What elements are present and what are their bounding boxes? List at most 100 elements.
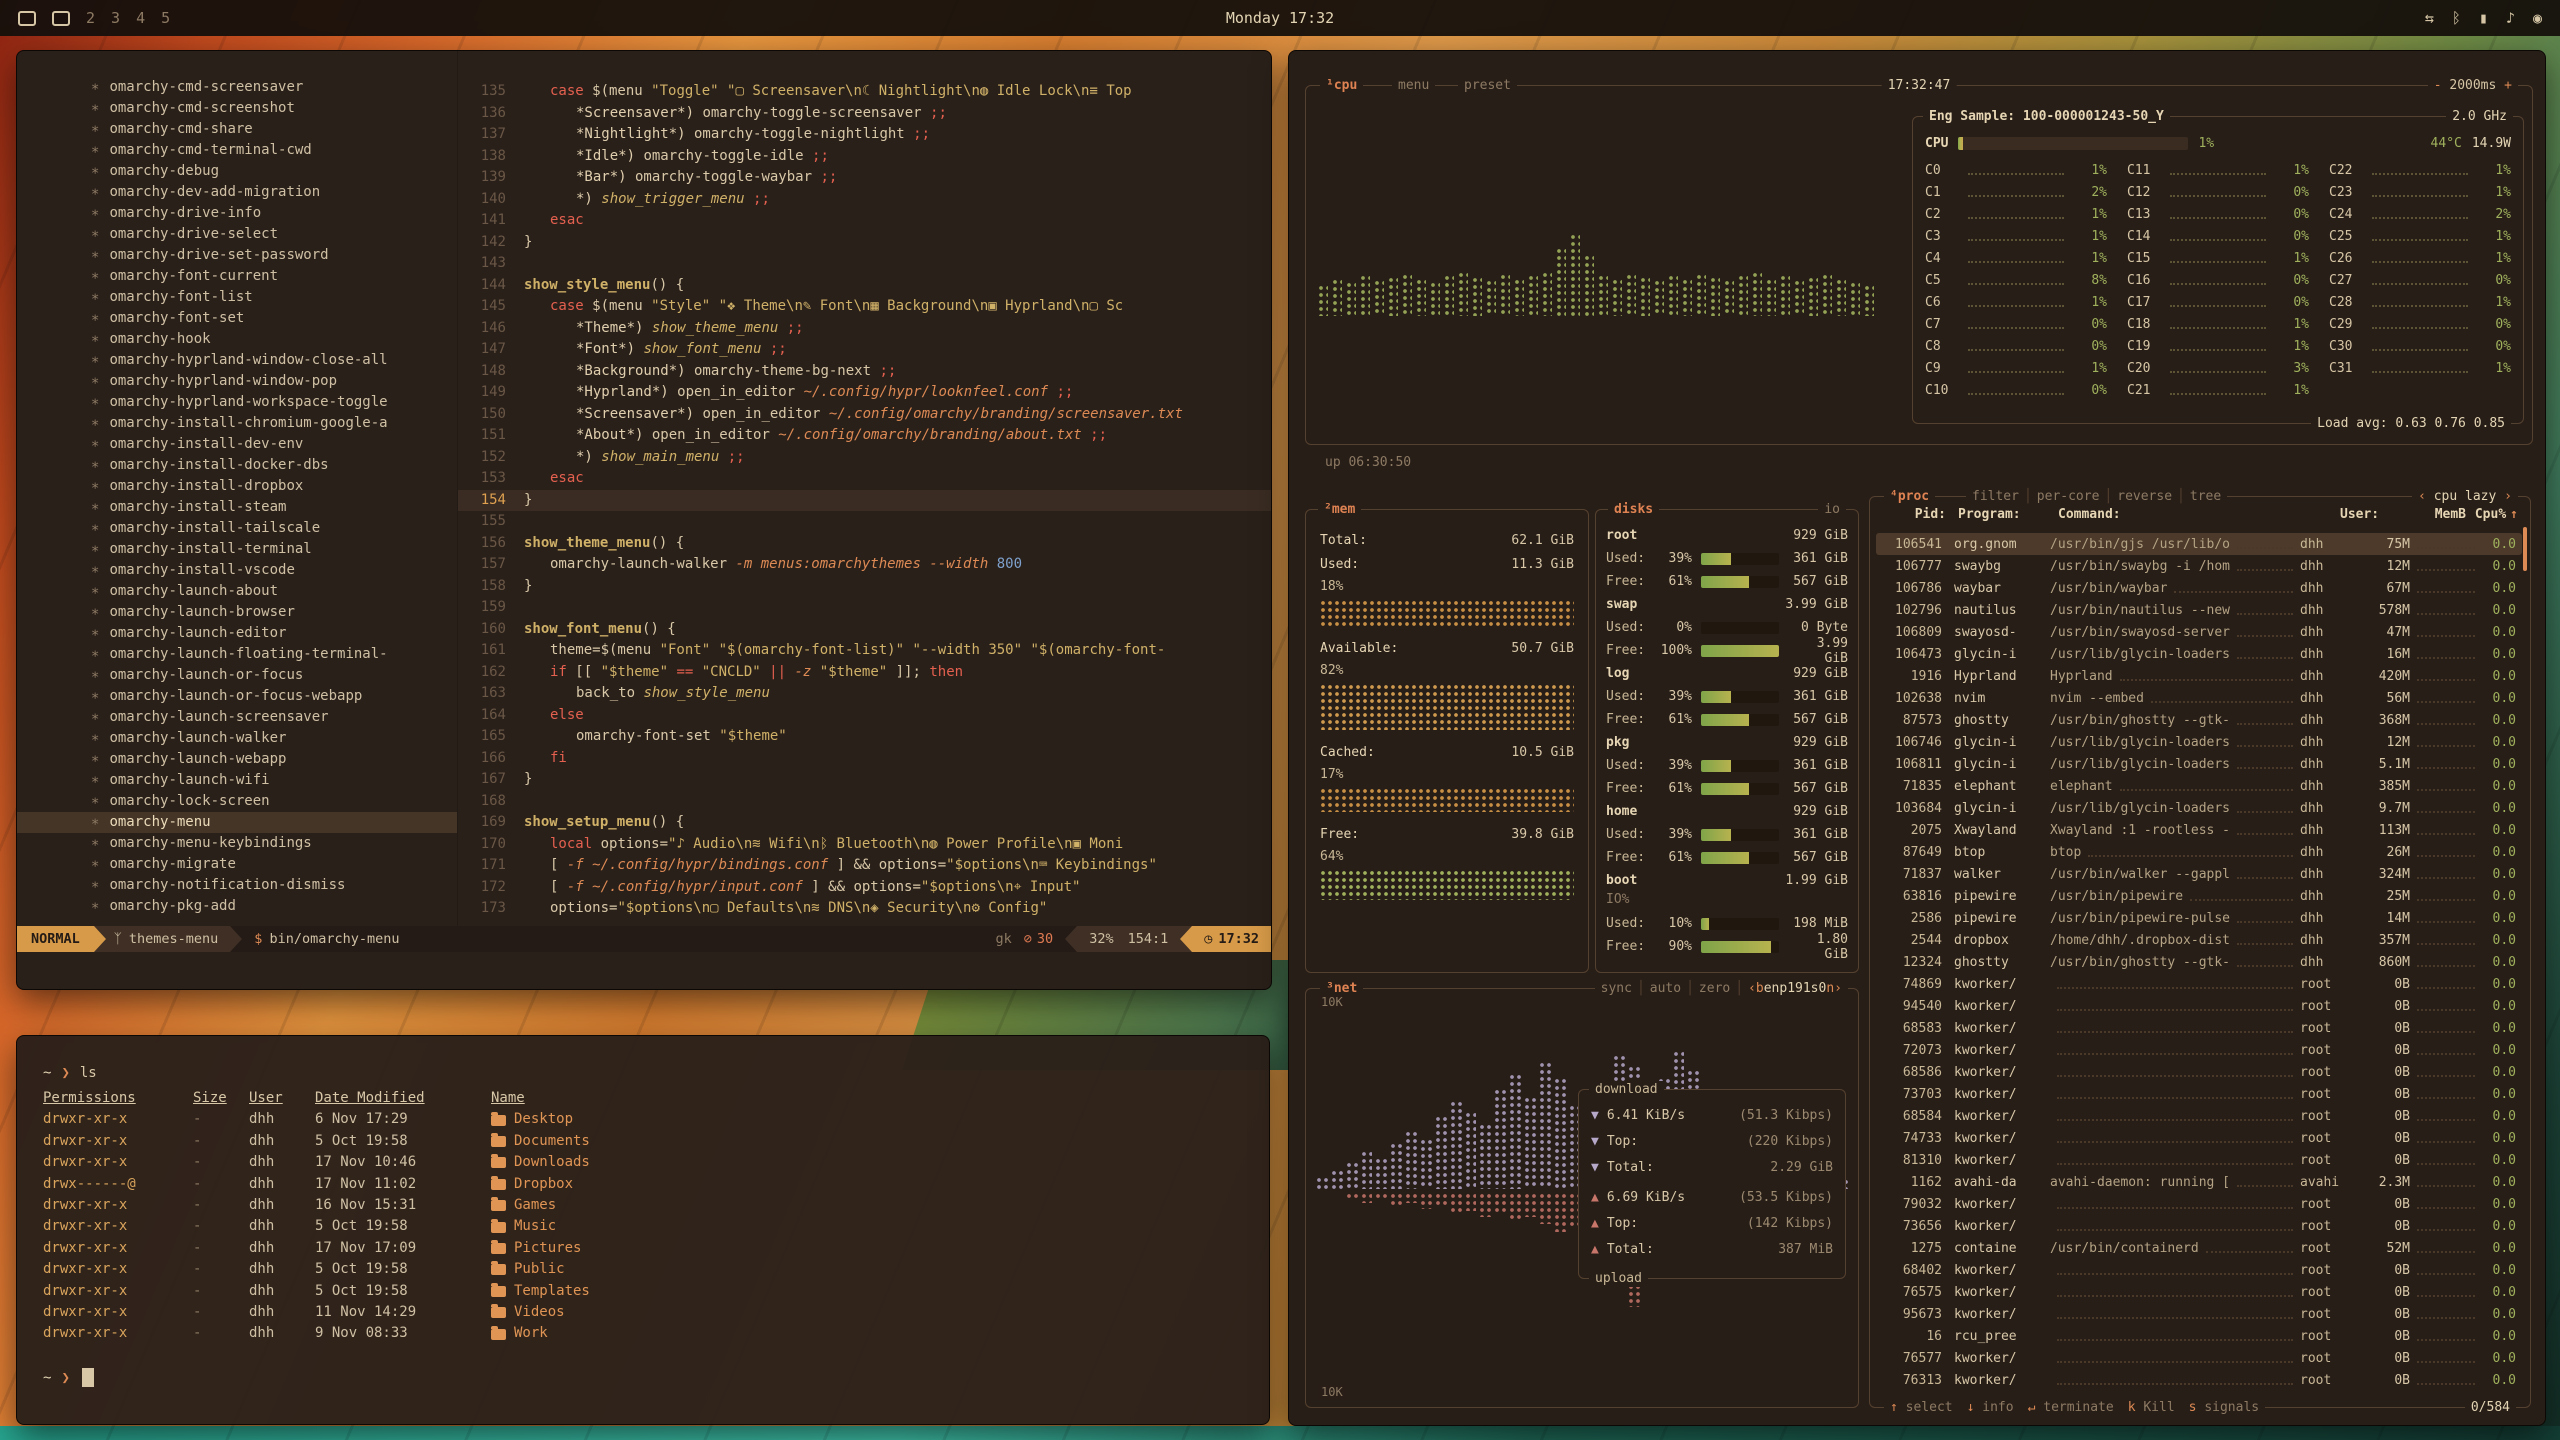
filetree-item[interactable]: ∗omarchy-launch-browser [17, 602, 457, 623]
process-row[interactable]: 68583kworker/root0B0.0 [1876, 1017, 2522, 1039]
code-line[interactable]: 164else [458, 705, 1271, 727]
process-row[interactable]: 102796nautilus/usr/bin/nautilus --newdhh… [1876, 599, 2522, 621]
filetree-item[interactable]: ∗omarchy-debug [17, 161, 457, 182]
process-row[interactable]: 106746glycin-i/usr/lib/glycin-loadersdhh… [1876, 731, 2522, 753]
ls-row[interactable]: drwx------@-dhh17 Nov 11:02Dropbox [43, 1174, 1243, 1195]
code-line[interactable]: 136*Screensaver*) omarchy-toggle-screens… [458, 103, 1271, 125]
process-row[interactable]: 63816pipewire/usr/bin/pipewiredhh25M0.0 [1876, 885, 2522, 907]
process-row[interactable]: 102638nvimnvim --embeddhh56M0.0 [1876, 687, 2522, 709]
proc-menu-filter[interactable]: filter [1972, 488, 2019, 505]
proc-menu-per-core[interactable]: per-core [2037, 488, 2100, 505]
code-line[interactable]: 139*Bar*) omarchy-toggle-waybar ;; [458, 167, 1271, 189]
code-line[interactable]: 137*Nightlight*) omarchy-toggle-nightlig… [458, 124, 1271, 146]
net-menu-auto[interactable]: auto [1650, 980, 1681, 997]
code-line[interactable]: 167} [458, 769, 1271, 791]
btop-preset-button[interactable]: preset [1458, 77, 1517, 94]
sort-column[interactable]: Cpu%↑ [2466, 507, 2518, 522]
ls-row[interactable]: drwxr-xr-x-dhh9 Nov 08:33Work [43, 1323, 1243, 1344]
code-line[interactable]: 171[ -f ~/.config/hypr/bindings.conf ] &… [458, 855, 1271, 877]
process-box-title[interactable]: ⁴proc [1884, 488, 1935, 505]
code-line[interactable]: 151*About*) open_in_editor ~/.config/oma… [458, 425, 1271, 447]
net-menu-sync[interactable]: sync [1601, 980, 1632, 997]
filetree-item[interactable]: ∗omarchy-cmd-terminal-cwd [17, 140, 457, 161]
filetree-item[interactable]: ∗omarchy-cmd-share [17, 119, 457, 140]
code-line[interactable]: 155 [458, 511, 1271, 533]
code-line[interactable]: 145case $(menu "Style" "❖ Theme\n✎ Font\… [458, 296, 1271, 318]
process-row[interactable]: 2544dropbox/home/dhh/.dropbox-distdhh357… [1876, 929, 2522, 951]
process-row[interactable]: 73703kworker/root0B0.0 [1876, 1083, 2522, 1105]
process-row[interactable]: 72073kworker/root0B0.0 [1876, 1039, 2522, 1061]
code-line[interactable]: 161theme=$(menu "Font" "$(omarchy-font-l… [458, 640, 1271, 662]
filetree-item[interactable]: ∗omarchy-install-dev-env [17, 434, 457, 455]
ls-row[interactable]: drwxr-xr-x-dhh5 Oct 19:58Public [43, 1259, 1243, 1280]
code-line[interactable]: 142} [458, 232, 1271, 254]
filetree-item[interactable]: ∗omarchy-install-dropbox [17, 476, 457, 497]
code-line[interactable]: 147*Font*) show_font_menu ;; [458, 339, 1271, 361]
volume-icon[interactable]: ♪ [2506, 9, 2515, 27]
code-line[interactable]: 150*Screensaver*) open_in_editor ~/.conf… [458, 404, 1271, 426]
btop-menu-button[interactable]: menu [1392, 77, 1435, 94]
process-row[interactable]: 1275containe/usr/bin/containerdroot52M0.… [1876, 1237, 2522, 1259]
code-line[interactable]: 154} [458, 490, 1271, 512]
proc-action-select[interactable]: ↑ select [1890, 1399, 1953, 1416]
filetree-item[interactable]: ∗omarchy-launch-about [17, 581, 457, 602]
filetree-item[interactable]: ∗omarchy-launch-screensaver [17, 707, 457, 728]
process-row[interactable]: 71837walker/usr/bin/walker --gappldhh324… [1876, 863, 2522, 885]
net-iface-next[interactable]: n› [1826, 980, 1842, 997]
process-row[interactable]: 106473glycin-i/usr/lib/glycin-loadersdhh… [1876, 643, 2522, 665]
code-line[interactable]: 141esac [458, 210, 1271, 232]
code-line[interactable]: 144show_style_menu() { [458, 275, 1271, 297]
workspace-4[interactable]: 4 [136, 9, 145, 27]
code-line[interactable]: 160show_font_menu() { [458, 619, 1271, 641]
code-line[interactable]: 166fi [458, 748, 1271, 770]
app-window-icon[interactable] [18, 11, 36, 26]
code-line[interactable]: 168 [458, 791, 1271, 813]
workspace-3[interactable]: 3 [111, 9, 120, 27]
filetree-item[interactable]: ∗omarchy-notification-dismiss [17, 875, 457, 896]
filetree-item[interactable]: ∗omarchy-launch-floating-terminal- [17, 644, 457, 665]
filetree-item[interactable]: ∗omarchy-install-tailscale [17, 518, 457, 539]
process-row[interactable]: 2075XwaylandXwayland :1 -rootless -dhh11… [1876, 819, 2522, 841]
ls-row[interactable]: drwxr-xr-x-dhh17 Nov 10:46Downloads [43, 1152, 1243, 1173]
active-prompt[interactable]: ~ ❯ [43, 1367, 1243, 1389]
process-scrollbar[interactable] [2523, 527, 2527, 571]
code-line[interactable]: 162if [[ "$theme" == "CNCLD" || -z "$the… [458, 662, 1271, 684]
filetree-item[interactable]: ∗omarchy-pkg-add [17, 896, 457, 917]
filetree-item[interactable]: ∗omarchy-drive-info [17, 203, 457, 224]
process-row[interactable]: 68584kworker/root0B0.0 [1876, 1105, 2522, 1127]
ls-row[interactable]: drwxr-xr-x-dhh5 Oct 19:58Music [43, 1216, 1243, 1237]
ls-row[interactable]: drwxr-xr-x-dhh5 Oct 19:58Documents [43, 1131, 1243, 1152]
filetree-item[interactable]: ∗omarchy-drive-set-password [17, 245, 457, 266]
process-row[interactable]: 71835elephantelephantdhh385M0.0 [1876, 775, 2522, 797]
process-row[interactable]: 76577kworker/root0B0.0 [1876, 1347, 2522, 1369]
proc-action-signals[interactable]: s signals [2189, 1399, 2259, 1416]
process-row[interactable]: 74733kworker/root0B0.0 [1876, 1127, 2522, 1149]
process-row[interactable]: 95673kworker/root0B0.0 [1876, 1303, 2522, 1325]
filetree-item[interactable]: ∗omarchy-install-chromium-google-a [17, 413, 457, 434]
code-line[interactable]: 172[ -f ~/.config/hypr/input.conf ] && o… [458, 877, 1271, 899]
code-line[interactable]: 143 [458, 253, 1271, 275]
filetree-item[interactable]: ∗omarchy-font-list [17, 287, 457, 308]
process-row[interactable]: 94540kworker/root0B0.0 [1876, 995, 2522, 1017]
process-row[interactable]: 73656kworker/root0B0.0 [1876, 1215, 2522, 1237]
process-row[interactable]: 74869kworker/root0B0.0 [1876, 973, 2522, 995]
ls-row[interactable]: drwxr-xr-x-dhh16 Nov 15:31Games [43, 1195, 1243, 1216]
screencast-icon[interactable]: ⇆ [2425, 9, 2434, 27]
io-toggle[interactable]: io [1818, 501, 1846, 518]
filetree-item[interactable]: ∗omarchy-hook [17, 329, 457, 350]
ls-row[interactable]: drwxr-xr-x-dhh17 Nov 17:09Pictures [43, 1238, 1243, 1259]
process-row[interactable]: 87573ghostty/usr/bin/ghostty --gtk-dhh36… [1876, 709, 2522, 731]
filetree-item[interactable]: ∗omarchy-font-current [17, 266, 457, 287]
memory-box-title[interactable]: ²mem [1318, 501, 1361, 518]
terminal-window[interactable]: ~ ❯ ls PermissionsSizeUserDate ModifiedN… [16, 1035, 1270, 1425]
code-line[interactable]: 148*Background*) omarchy-theme-bg-next ;… [458, 361, 1271, 383]
code-line[interactable]: 159 [458, 597, 1271, 619]
btop-window[interactable]: ¹cpu menu preset 17:32:47 - 2000ms + Eng… [1288, 50, 2546, 1426]
power-icon[interactable]: ◉ [2533, 9, 2542, 27]
code-area[interactable]: 135case $(menu "Toggle" "▢ Screensaver\n… [457, 51, 1271, 926]
file-tree[interactable]: ∗omarchy-cmd-screensaver∗omarchy-cmd-scr… [17, 51, 457, 926]
filetree-item[interactable]: ∗omarchy-launch-walker [17, 728, 457, 749]
process-row[interactable]: 106541org.gnom/usr/bin/gjs /usr/lib/odhh… [1876, 533, 2522, 555]
process-row[interactable]: 87649btopbtopdhh26M0.0 [1876, 841, 2522, 863]
proc-menu-reverse[interactable]: reverse [2117, 488, 2172, 505]
